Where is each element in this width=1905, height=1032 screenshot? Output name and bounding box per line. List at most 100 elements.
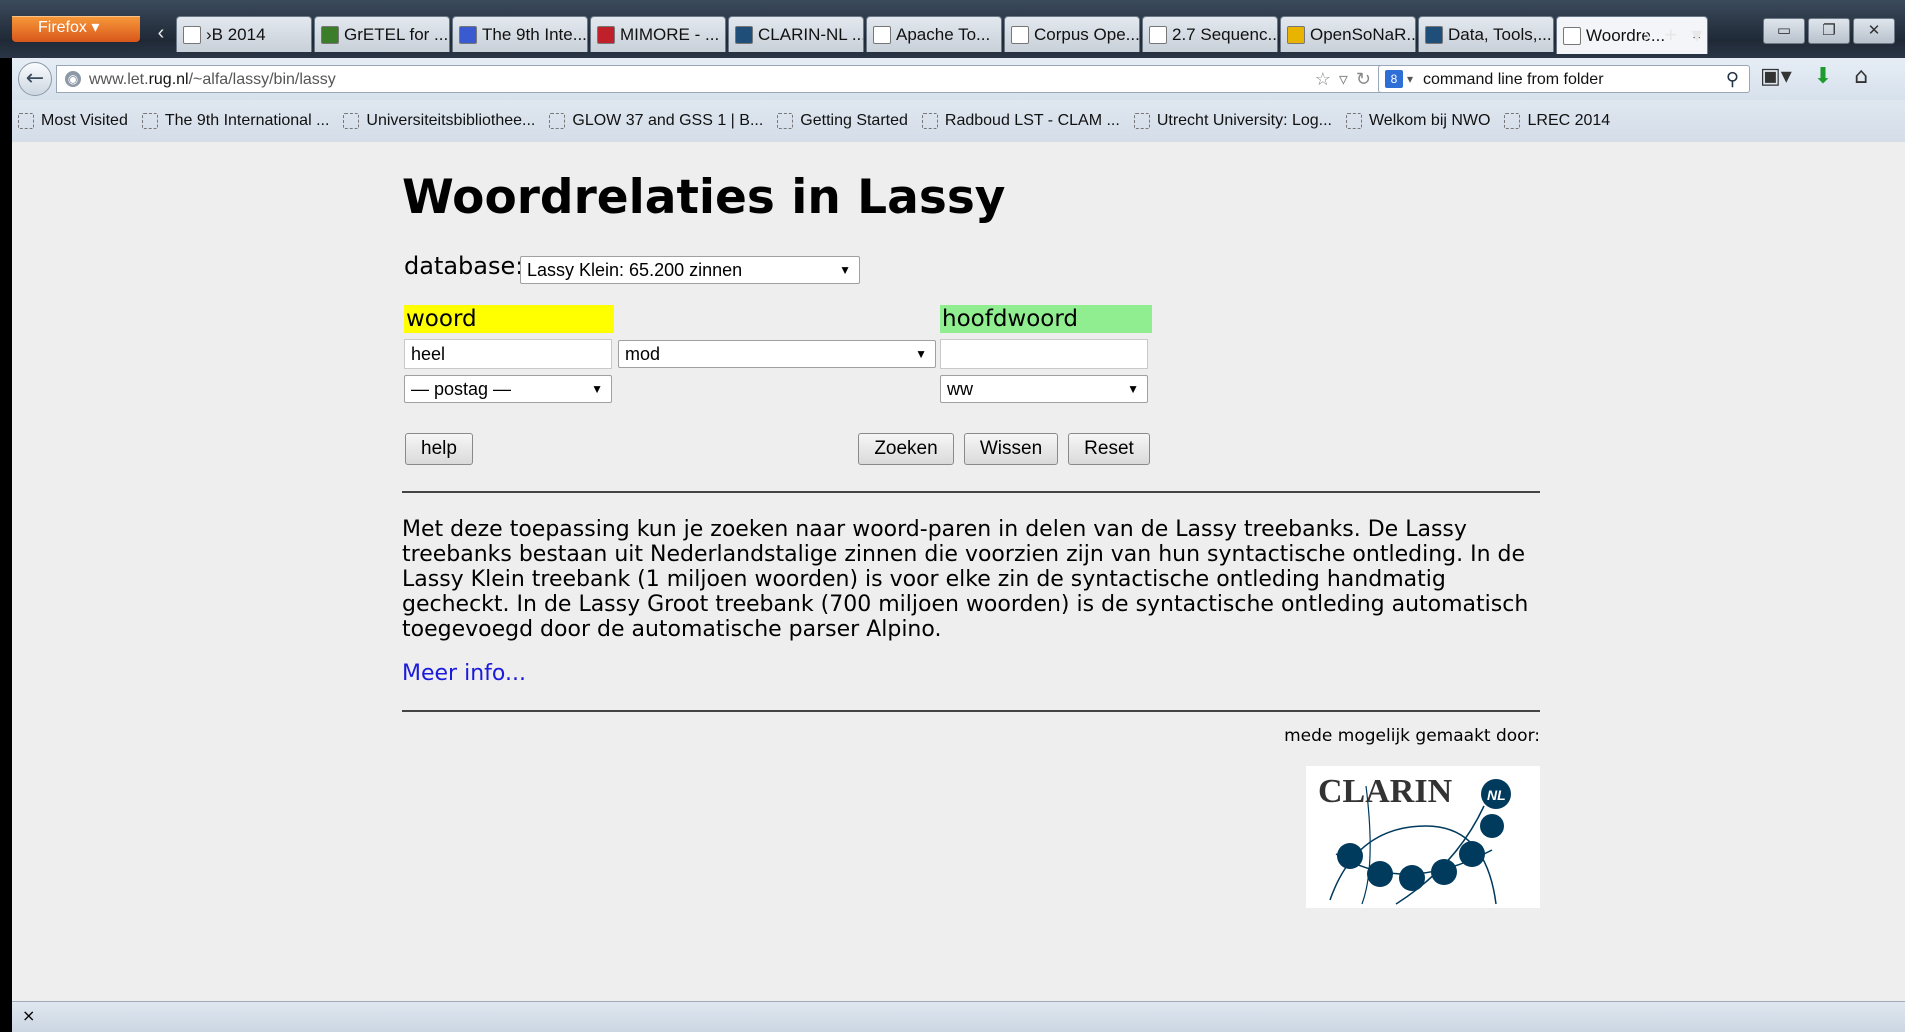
url-dropdown-icon[interactable]: ▿ — [1339, 69, 1356, 89]
page-icon — [1563, 26, 1581, 45]
bookmark-item[interactable]: The 9th International ... — [141, 112, 330, 130]
hoofdwoord-label: hoofdwoord — [940, 305, 1152, 333]
bookmark-icon — [18, 113, 34, 129]
search-input[interactable]: command line from folder — [1423, 66, 1604, 93]
tree-icon — [321, 25, 339, 44]
bookmark-label: Most Visited — [41, 112, 128, 129]
chevron-down-icon: ▼ — [915, 347, 927, 361]
page-icon — [1011, 25, 1029, 44]
download-icon[interactable]: ⬇ — [1814, 64, 1832, 89]
status-bar: × — [12, 1001, 1905, 1032]
bookmark-item[interactable]: Radboud LST - CLAM ... — [921, 112, 1120, 130]
clear-button[interactable]: Wissen — [964, 433, 1058, 465]
divider-bottom — [402, 710, 1540, 712]
hoofdwoord-input[interactable] — [940, 339, 1148, 369]
woord-postag-select[interactable]: — postag — ▼ — [404, 375, 612, 403]
bookmark-item[interactable]: Utrecht University: Log... — [1133, 112, 1332, 130]
tab-5[interactable]: Apache To... — [866, 16, 1002, 52]
url-bar[interactable]: ◉ www.let.rug.nl/~alfa/lassy/bin/lassy ☆… — [56, 65, 1390, 93]
bars-icon — [597, 25, 615, 44]
description-text: Met deze toepassing kun je zoeken naar w… — [402, 517, 1529, 642]
s-logo-icon — [459, 25, 477, 44]
tab-0[interactable]: ›B 2014 — [176, 16, 312, 52]
minimize-icon[interactable]: ▭ — [1763, 18, 1805, 44]
tab-label: Apache To... — [896, 24, 991, 44]
bookmark-item[interactable]: Getting Started — [777, 112, 908, 130]
tab-label: Corpus Ope... — [1034, 24, 1140, 44]
search-engine-dropdown-icon[interactable]: ▾ — [1407, 66, 1413, 93]
clarin-nl-logo[interactable]: CLARIN NL — [1306, 766, 1540, 908]
relation-select-value: mod — [625, 344, 661, 364]
tab-label: OpenSoNaR... — [1310, 24, 1416, 44]
more-info-link[interactable]: Meer info... — [402, 661, 526, 686]
globe-icon: ◉ — [65, 71, 81, 87]
tab-9[interactable]: Data, Tools,... — [1418, 16, 1554, 52]
bookmark-icon — [1504, 113, 1521, 129]
back-button[interactable]: ← — [18, 62, 52, 96]
new-tab-icon[interactable]: + — [1664, 22, 1677, 48]
bookmark-icon — [549, 113, 566, 129]
tab-6[interactable]: Corpus Ope... — [1004, 16, 1140, 52]
bookmark-label: Universiteitsbibliothee... — [366, 112, 536, 129]
tab-2[interactable]: The 9th Inte... — [452, 16, 588, 52]
search-bar[interactable]: 8 ▾ command line from folder ⚲ — [1378, 65, 1750, 93]
woord-input[interactable]: heel — [404, 339, 612, 369]
bookmark-item[interactable]: Universiteitsbibliothee... — [343, 112, 535, 130]
bookmark-label: GLOW 37 and GSS 1 | B... — [572, 112, 764, 129]
bookmark-item[interactable]: Most Visited — [18, 112, 128, 130]
bookmark-icon — [1133, 113, 1150, 129]
tab-label: CLARIN-NL ... — [758, 24, 864, 44]
bookmark-item[interactable]: Welkom bij NWO — [1345, 112, 1491, 130]
tab-label: MIMORE - ... — [620, 24, 720, 44]
tab-strip: ‹ ›B 2014 GrETEL for ... The 9th Inte... MI… — [146, 16, 1710, 54]
hoofdwoord-postag-select[interactable]: ww ▼ — [940, 375, 1148, 403]
sun-icon — [1287, 25, 1305, 44]
bookmarks-menu-icon[interactable]: ▣▾ — [1760, 64, 1792, 89]
relation-select[interactable]: mod ▼ — [618, 340, 936, 368]
google-icon[interactable]: 8 — [1385, 70, 1403, 88]
title-bar: Firefox ▾ ‹ ›B 2014 GrETEL for ... The 9th… — [0, 0, 1905, 58]
restore-icon[interactable]: ❐ — [1808, 18, 1850, 44]
database-select-value: Lassy Klein: 65.200 zinnen — [527, 260, 743, 280]
tab-1[interactable]: GrETEL for ... — [314, 16, 450, 52]
tab-8[interactable]: OpenSoNaR... — [1280, 16, 1416, 52]
search-button[interactable]: Zoeken — [858, 433, 954, 465]
bookmark-label: LREC 2014 — [1527, 112, 1611, 129]
tab-controls: › + ▾ — [1643, 18, 1763, 52]
bookmark-label: Utrecht University: Log... — [1156, 112, 1332, 129]
reload-icon[interactable]: ↻ — [1356, 69, 1379, 89]
tab-scroll-left-icon[interactable]: ‹ — [146, 16, 176, 50]
bookmark-item[interactable]: GLOW 37 and GSS 1 | B... — [549, 112, 763, 130]
credit-text: mede mogelijk gemaakt door: — [1284, 726, 1540, 746]
page-icon — [183, 25, 201, 44]
bookmark-star-icon[interactable]: ☆ — [1315, 69, 1339, 89]
tab-label: 2.7 Sequenc... — [1172, 24, 1278, 44]
database-select[interactable]: Lassy Klein: 65.200 zinnen ▼ — [520, 256, 860, 284]
woord-label: woord — [404, 305, 614, 333]
bookmark-item[interactable]: LREC 2014 — [1504, 112, 1610, 130]
tab-3[interactable]: MIMORE - ... — [590, 16, 726, 52]
search-icon[interactable]: ⚲ — [1726, 66, 1739, 93]
tab-label: The 9th Inte... — [482, 24, 587, 44]
chevron-down-icon: ▼ — [591, 382, 603, 396]
home-icon[interactable]: ⌂ — [1854, 64, 1868, 89]
bookmark-label: The 9th International ... — [164, 112, 330, 129]
close-window-icon[interactable]: ✕ — [1853, 18, 1895, 44]
clarin-icon — [735, 25, 753, 44]
page-title: Woordrelaties in Lassy — [402, 170, 1006, 225]
list-all-tabs-icon[interactable]: ▾ — [1691, 22, 1702, 48]
tab-4[interactable]: CLARIN-NL ... — [728, 16, 864, 52]
chevron-down-icon: ▼ — [1127, 382, 1139, 396]
close-addon-bar-icon[interactable]: × — [22, 1006, 35, 1025]
bookmark-icon — [343, 113, 360, 129]
bookmark-label: Welkom bij NWO — [1368, 112, 1491, 129]
tab-label: Data, Tools,... — [1448, 24, 1552, 44]
help-button[interactable]: help — [405, 433, 473, 465]
bookmark-icon — [141, 113, 158, 129]
reset-button[interactable]: Reset — [1068, 433, 1150, 465]
tab-7[interactable]: 2.7 Sequenc... — [1142, 16, 1278, 52]
logo-badge: NL — [1487, 787, 1506, 803]
firefox-menu-button[interactable]: Firefox ▾ — [12, 16, 140, 42]
tab-scroll-right-icon[interactable]: › — [1643, 22, 1650, 48]
page-content: Woordrelaties in Lassy database: Lassy K… — [12, 142, 1905, 1001]
